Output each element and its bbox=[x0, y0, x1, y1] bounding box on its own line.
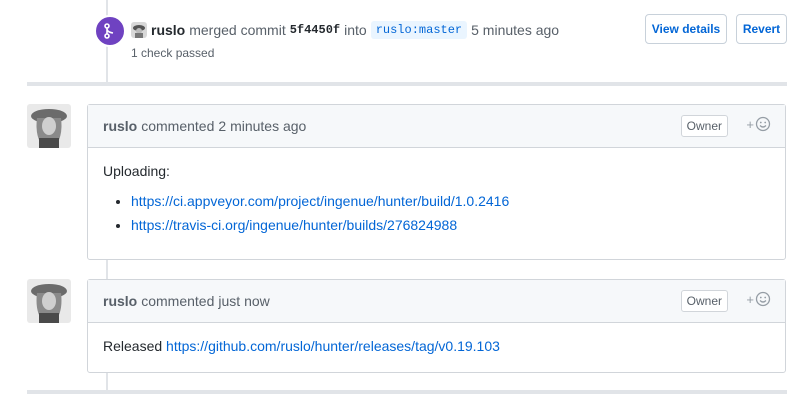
comment-action: commented bbox=[141, 118, 215, 134]
comment-action: commented bbox=[141, 293, 215, 309]
merge-event-summary: ruslo merged commit 5f4450f into ruslo:m… bbox=[131, 21, 559, 39]
release-link[interactable]: https://github.com/ruslo/hunter/releases… bbox=[166, 338, 500, 354]
comment-text: Uploading: bbox=[103, 163, 170, 179]
merge-author-link[interactable]: ruslo bbox=[151, 22, 185, 38]
comment-author-link[interactable]: ruslo bbox=[103, 118, 137, 134]
add-reaction-button[interactable]: + bbox=[746, 116, 771, 132]
comment-author-link[interactable]: ruslo bbox=[103, 293, 137, 309]
add-reaction-button[interactable]: + bbox=[746, 291, 771, 307]
comment-box: ruslo commented just now Owner + Release… bbox=[87, 279, 786, 373]
reaction-plus: + bbox=[746, 291, 754, 307]
timeline-divider bbox=[27, 82, 787, 86]
comment-time-link[interactable]: 2 minutes ago bbox=[218, 118, 306, 134]
timeline-line bbox=[106, 259, 108, 279]
merge-icon bbox=[94, 15, 126, 47]
check-status: 1 check passed bbox=[131, 46, 215, 60]
comment-body: Uploading: https://ci.appveyor.com/proje… bbox=[88, 148, 785, 256]
link-list: https://ci.appveyor.com/project/ingenue/… bbox=[103, 193, 770, 233]
appveyor-link[interactable]: https://ci.appveyor.com/project/ingenue/… bbox=[131, 193, 509, 209]
comment-box: ruslo commented 2 minutes ago Owner + Up… bbox=[87, 104, 786, 260]
list-item: https://ci.appveyor.com/project/ingenue/… bbox=[131, 193, 770, 209]
owner-badge: Owner bbox=[680, 290, 728, 312]
reaction-plus: + bbox=[746, 116, 754, 132]
comment-header: ruslo commented 2 minutes ago Owner + bbox=[88, 105, 785, 148]
owner-badge: Owner bbox=[680, 115, 728, 137]
into-text: into bbox=[344, 22, 367, 38]
merge-action-text: merged commit bbox=[189, 22, 286, 38]
avatar[interactable] bbox=[27, 104, 71, 148]
smiley-icon bbox=[755, 116, 771, 132]
timeline-divider bbox=[27, 390, 787, 394]
avatar[interactable] bbox=[27, 279, 71, 323]
comment-body: Released https://github.com/ruslo/hunter… bbox=[88, 323, 785, 369]
merge-time[interactable]: 5 minutes ago bbox=[471, 22, 559, 38]
list-item: https://travis-ci.org/ingenue/hunter/bui… bbox=[131, 217, 770, 233]
comment-time-link[interactable]: just now bbox=[218, 293, 269, 309]
timeline-line bbox=[106, 372, 108, 390]
smiley-icon bbox=[755, 291, 771, 307]
branch-label[interactable]: ruslo:master bbox=[370, 21, 468, 39]
comment-header: ruslo commented just now Owner + bbox=[88, 280, 785, 323]
commit-sha-link[interactable]: 5f4450f bbox=[290, 23, 340, 37]
view-details-button[interactable]: View details bbox=[645, 14, 727, 44]
revert-button[interactable]: Revert bbox=[736, 14, 787, 44]
travis-link[interactable]: https://travis-ci.org/ingenue/hunter/bui… bbox=[131, 217, 457, 233]
comment-text: Released bbox=[103, 338, 163, 354]
mini-avatar[interactable] bbox=[131, 22, 147, 38]
